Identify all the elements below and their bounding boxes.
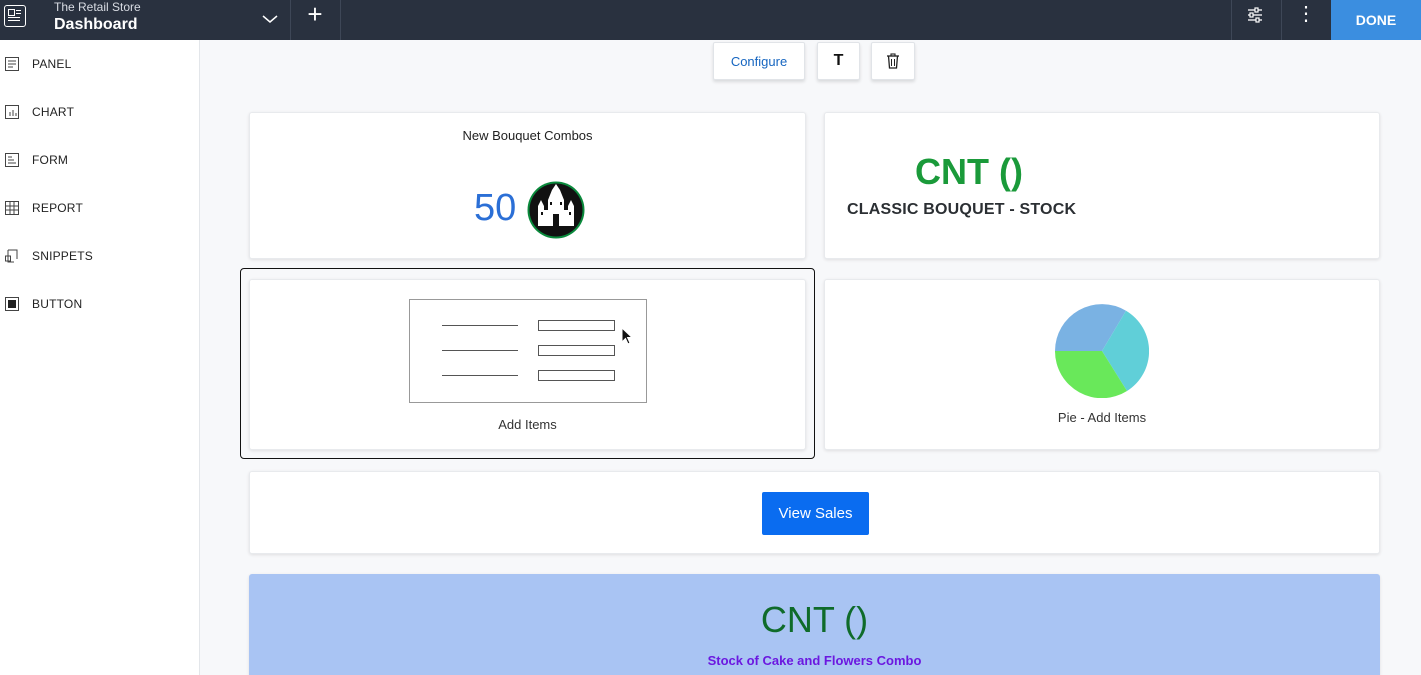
- pie-chart: [1055, 304, 1149, 398]
- sidebar: PANEL CHART FORM REPORT SNIPPETS BUTTON: [0, 40, 200, 675]
- kpi-label: Stock of Cake and Flowers Combo: [707, 653, 922, 668]
- app-icon[interactable]: [4, 5, 26, 27]
- sidebar-item-form[interactable]: FORM: [0, 145, 199, 175]
- kpi-widget-bouquet[interactable]: New Bouquet Combos 50: [249, 112, 806, 259]
- castle-icon: [527, 181, 585, 239]
- panel-icon: [5, 57, 19, 71]
- delete-button[interactable]: [871, 42, 915, 80]
- sidebar-item-label: PANEL: [32, 57, 72, 71]
- pie-widget-add-items[interactable]: Pie - Add Items: [824, 279, 1380, 450]
- sidebar-item-label: REPORT: [32, 201, 83, 215]
- sidebar-item-label: FORM: [32, 153, 69, 167]
- form-icon: [5, 153, 19, 167]
- text-format-button[interactable]: T: [817, 42, 860, 80]
- chart-icon: [5, 105, 19, 119]
- done-button[interactable]: DONE: [1331, 0, 1421, 40]
- button-icon: [5, 297, 19, 311]
- kpi-value: 50: [474, 187, 517, 229]
- selection-outline: [240, 268, 815, 459]
- sidebar-item-button[interactable]: BUTTON: [0, 289, 199, 319]
- configure-button[interactable]: Configure: [713, 42, 805, 80]
- widget-title: New Bouquet Combos: [462, 128, 593, 143]
- sidebar-item-label: SNIPPETS: [32, 249, 93, 263]
- divider: [1231, 0, 1232, 40]
- kpi-value: CNT (): [760, 599, 869, 640]
- sidebar-item-panel[interactable]: PANEL: [0, 49, 199, 79]
- report-icon: [5, 201, 19, 215]
- chevron-down-icon[interactable]: [260, 9, 280, 29]
- sidebar-item-report[interactable]: REPORT: [0, 193, 199, 223]
- trash-icon: [887, 53, 899, 69]
- view-sales-button[interactable]: View Sales: [762, 492, 869, 535]
- sidebar-item-chart[interactable]: CHART: [0, 97, 199, 127]
- mouse-cursor-icon: [621, 327, 634, 345]
- kpi-value: CNT (): [915, 151, 1023, 192]
- widget-caption: Pie - Add Items: [1057, 410, 1147, 425]
- top-bar: The Retail Store Dashboard + ⋮ DONE: [0, 0, 1421, 40]
- settings-sliders-icon[interactable]: [1246, 6, 1264, 24]
- sidebar-item-snippets[interactable]: SNIPPETS: [0, 241, 199, 271]
- snippets-icon: [5, 249, 18, 263]
- kpi-widget-classic-bouquet[interactable]: CNT () CLASSIC BOUQUET - STOCK: [824, 112, 1380, 259]
- sidebar-item-label: BUTTON: [32, 297, 83, 311]
- button-widget: View Sales: [249, 471, 1380, 554]
- more-options-icon[interactable]: ⋮: [1296, 2, 1316, 26]
- divider: [290, 0, 291, 40]
- kpi-label: CLASSIC BOUQUET - STOCK: [847, 201, 1077, 218]
- app-name: The Retail Store: [54, 0, 141, 14]
- sidebar-item-label: CHART: [32, 105, 75, 119]
- divider: [1281, 0, 1282, 40]
- divider: [340, 0, 341, 40]
- kpi-widget-cake-flowers[interactable]: CNT () Stock of Cake and Flowers Combo: [249, 574, 1380, 675]
- add-icon[interactable]: +: [303, 1, 327, 27]
- page-title: Dashboard: [54, 16, 138, 33]
